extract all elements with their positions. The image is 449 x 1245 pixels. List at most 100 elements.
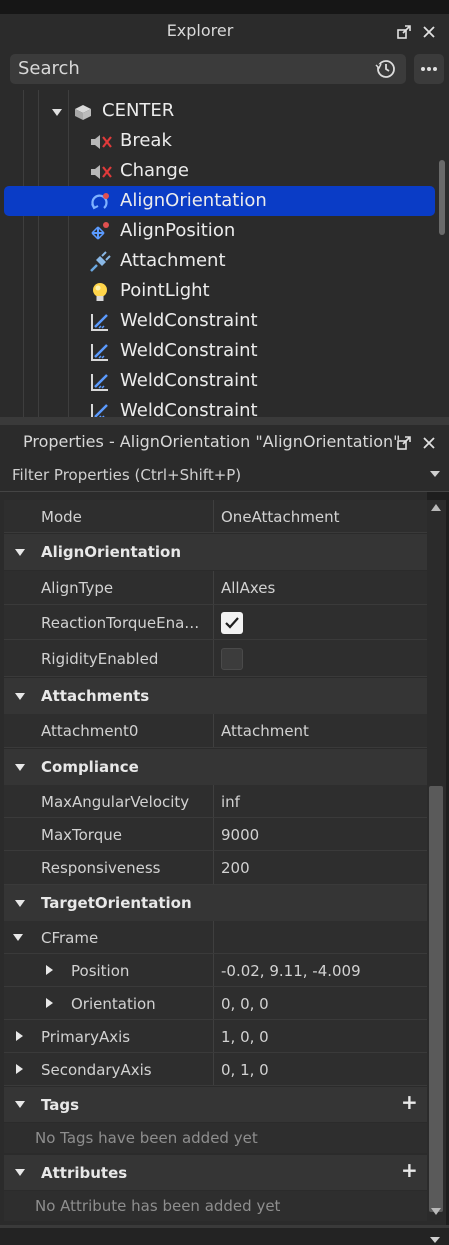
section-header-compliance[interactable]: Compliance [0,749,427,785]
tree-item-break[interactable]: Break [0,126,438,156]
explorer-title-bar: Explorer [0,14,449,50]
property-row-maxtorque[interactable]: MaxTorque 9000 [0,818,427,851]
property-value [221,605,423,640]
rigidity-checkbox[interactable] [221,647,243,670]
property-row-primaryaxis[interactable]: PrimaryAxis 1, 0, 0 [0,1020,427,1053]
filter-properties-input[interactable]: Filter Properties (Ctrl+Shift+P) [0,460,449,492]
property-value[interactable]: AllAxes [221,571,423,605]
tree-item-alignorientation[interactable]: AlignOrientation [4,186,435,216]
chevron-down-icon[interactable] [15,764,25,771]
panel-divider[interactable] [0,417,449,425]
property-name: CFrame [41,928,99,947]
tree-item-center[interactable]: CENTER [0,96,438,126]
tree-item-weldconstraint[interactable]: WeldConstraint [0,336,438,366]
explorer-scrollbar-thumb[interactable] [439,160,445,235]
property-value[interactable]: 200 [221,851,423,885]
chevron-right-icon[interactable] [16,1031,23,1041]
section-header-alignorientation[interactable]: AlignOrientation [0,534,427,570]
bottom-bar [0,1225,449,1245]
chevron-down-icon[interactable] [15,1101,25,1108]
tree-item-label: Change [120,160,189,181]
add-tag-plus-icon[interactable]: + [401,1090,418,1114]
align-position-icon [89,221,111,243]
undock-icon[interactable] [394,22,414,42]
property-name: AlignType [41,579,114,597]
property-row-cframe[interactable]: CFrame [0,921,427,954]
more-options-button[interactable] [414,54,444,84]
properties-grid: Mode OneAttachment AlignOrientation Alig… [0,492,427,1225]
tree-item-label: AlignOrientation [120,190,267,211]
tree-item-weldconstraint[interactable]: WeldConstraint [0,366,438,396]
tree-item-label: Break [120,130,172,151]
chevron-down-icon[interactable] [15,900,25,907]
chevron-down-icon[interactable] [430,471,440,477]
property-row-aligntype[interactable]: AlignType AllAxes [0,571,427,605]
scroll-up-arrow-icon[interactable] [431,504,441,511]
property-row-position[interactable]: Position -0.02, 9.11, -4.009 [0,954,427,987]
property-value[interactable]: Attachment [221,714,423,748]
light-bulb-icon [89,281,111,303]
properties-scrollbar-thumb[interactable] [429,786,443,1212]
weld-constraint-icon [89,401,111,417]
section-header-attributes[interactable]: Attributes + [0,1155,427,1190]
scroll-down-arrow-icon[interactable] [431,1208,441,1215]
section-title: Attributes [41,1163,128,1182]
chevron-right-icon[interactable] [46,998,53,1008]
add-attribute-plus-icon[interactable]: + [401,1158,418,1182]
chevron-right-icon[interactable] [16,1064,23,1074]
chevron-down-icon[interactable] [13,934,23,941]
chevron-down-icon[interactable] [430,1237,440,1243]
tree-item-attachment[interactable]: Attachment [0,246,438,276]
property-row-rigidityenabled[interactable]: RigidityEnabled [0,640,427,677]
property-value[interactable]: 1, 0, 0 [221,1020,423,1053]
property-row-responsiveness[interactable]: Responsiveness 200 [0,851,427,885]
weld-constraint-icon [89,341,111,363]
property-row-attachment0[interactable]: Attachment0 Attachment [0,714,427,748]
close-icon[interactable] [419,22,439,42]
undock-icon[interactable] [394,433,414,453]
attributes-empty-note: No Attribute has been added yet [35,1197,281,1215]
property-row-secondaryaxis[interactable]: SecondaryAxis 0, 1, 0 [0,1053,427,1086]
section-header-targetorientation[interactable]: TargetOrientation [0,885,427,921]
chevron-down-icon[interactable] [52,109,62,116]
property-value [221,640,423,677]
explorer-tree: CENTER Break Change AlignOrientation Ali… [0,90,449,417]
tree-item-change[interactable]: Change [0,156,438,186]
tree-item-weldconstraint[interactable]: WeldConstraint [0,306,438,336]
reaction-torque-checkbox[interactable] [221,611,243,634]
property-value[interactable]: OneAttachment [221,500,423,533]
tree-item-weldconstraint[interactable]: WeldConstraint [0,396,438,417]
property-value[interactable]: inf [221,785,423,818]
tree-item-label: WeldConstraint [120,340,258,361]
search-input[interactable]: Search [10,54,406,84]
tree-item-label: AlignPosition [120,220,236,241]
section-title: Attachments [41,687,150,705]
property-row-reactiontorqueenabled[interactable]: ReactionTorqueEna… [0,605,427,640]
history-icon[interactable] [374,57,398,85]
chevron-right-icon[interactable] [46,965,53,975]
property-row-maxangularvelocity[interactable]: MaxAngularVelocity inf [0,785,427,818]
section-header-attachments[interactable]: Attachments [0,678,427,714]
property-value[interactable]: 9000 [221,818,423,851]
properties-scrollbar[interactable] [427,500,446,1225]
tags-empty-row: No Tags have been added yet [0,1123,427,1153]
property-row-orientation[interactable]: Orientation 0, 0, 0 [0,987,427,1020]
checkmark-icon [225,616,239,629]
section-header-tags[interactable]: Tags + [0,1087,427,1122]
tags-empty-note: No Tags have been added yet [35,1129,258,1147]
tree-item-label: WeldConstraint [120,310,258,331]
property-row-mode[interactable]: Mode OneAttachment [0,500,427,533]
tree-item-label: WeldConstraint [120,370,258,391]
property-value[interactable]: 0, 0, 0 [221,987,423,1020]
property-value[interactable]: 0, 1, 0 [221,1053,423,1086]
chevron-down-icon[interactable] [15,1169,25,1176]
chevron-down-icon[interactable] [15,693,25,700]
tree-item-label: PointLight [120,280,210,301]
tree-item-label: Attachment [120,250,226,271]
sound-icon [89,131,112,153]
close-icon[interactable] [419,433,439,453]
property-value[interactable]: -0.02, 9.11, -4.009 [221,954,423,987]
tree-item-alignposition[interactable]: AlignPosition [0,216,438,246]
tree-item-pointlight[interactable]: PointLight [0,276,438,306]
chevron-down-icon[interactable] [15,549,25,556]
